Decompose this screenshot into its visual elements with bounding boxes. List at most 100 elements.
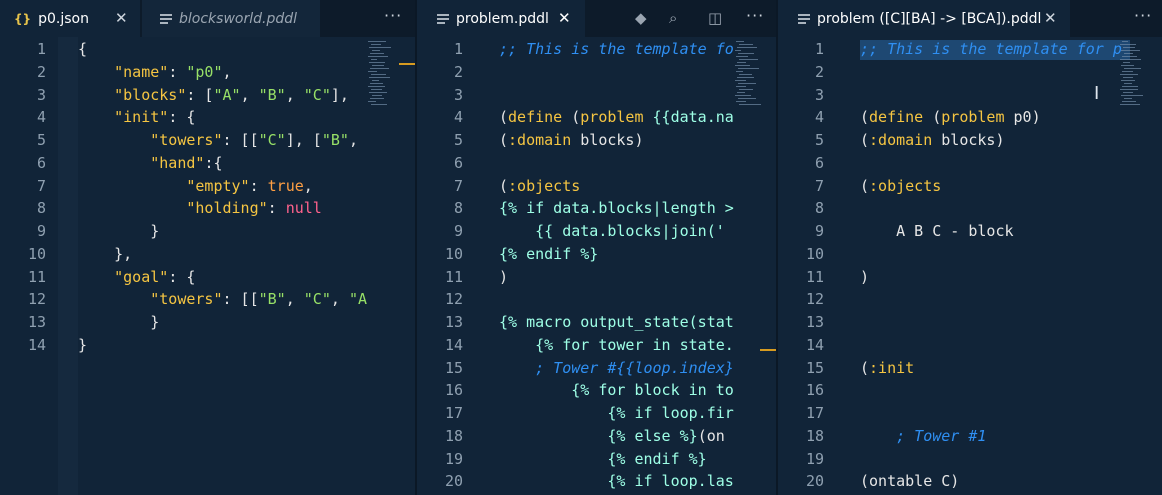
code-line[interactable]: 1{ bbox=[0, 38, 415, 61]
code-line[interactable]: 5 (:domain blocks) bbox=[417, 129, 776, 152]
code-line[interactable]: 7 "empty": true, bbox=[0, 175, 415, 198]
code-line[interactable]: 3 bbox=[778, 84, 1162, 107]
code-line[interactable]: 3 bbox=[417, 84, 776, 107]
minimap-line bbox=[370, 98, 384, 99]
line-number: 3 bbox=[814, 85, 824, 104]
code-line[interactable]: 16 bbox=[778, 379, 1162, 402]
code-line[interactable]: 8 "holding": null bbox=[0, 197, 415, 220]
line-number: 19 bbox=[444, 449, 463, 468]
minimap-line bbox=[368, 41, 386, 42]
line-number: 10 bbox=[444, 244, 463, 263]
code-line[interactable]: 12 "towers": [["B", "C", "A bbox=[0, 288, 415, 311]
code-line[interactable]: 2 bbox=[778, 61, 1162, 84]
code-line[interactable]: 6 bbox=[417, 152, 776, 175]
more-actions-icon[interactable]: ··· bbox=[746, 6, 764, 25]
tab-problem-pddl[interactable]: problem.pddl ✕ bbox=[417, 0, 585, 37]
code-line[interactable]: 17 bbox=[778, 402, 1162, 425]
minimap-line bbox=[369, 92, 387, 93]
minimap-line bbox=[736, 56, 748, 57]
minimap-line bbox=[368, 71, 377, 72]
code-line[interactable]: 4 "init": { bbox=[0, 106, 415, 129]
code-line[interactable]: 9 {{ data.blocks|join(' bbox=[417, 220, 776, 243]
line-number: 12 bbox=[27, 290, 46, 309]
code-line[interactable]: 8 {% if data.blocks|length > bbox=[417, 197, 776, 220]
code-editor[interactable]: 1;; This is the template fo 2 3 4 (define (p… bbox=[417, 37, 776, 495]
code-line[interactable]: 4 (define (problem {{data.na bbox=[417, 106, 776, 129]
code-line[interactable]: 3 "blocks": ["A", "B", "C"], bbox=[0, 84, 415, 107]
close-tab-icon[interactable]: ✕ bbox=[1044, 9, 1057, 27]
code-line[interactable]: 8 bbox=[778, 197, 1162, 220]
code-token: "blocks" bbox=[114, 85, 187, 104]
code-line[interactable]: 19 {% endif %} bbox=[417, 448, 776, 471]
code-line[interactable]: 16 {% for block in to bbox=[417, 379, 776, 402]
close-tab-icon[interactable]: ✕ bbox=[558, 9, 571, 27]
code-line[interactable]: 5 (:domain blocks) bbox=[778, 129, 1162, 152]
code-text: {% endif %} bbox=[499, 448, 706, 471]
code-line[interactable]: 5 "towers": [["C"], ["B", bbox=[0, 129, 415, 152]
preview-diamond-icon[interactable]: ◆ bbox=[635, 9, 647, 27]
code-line[interactable]: 10 bbox=[778, 243, 1162, 266]
more-actions-icon[interactable]: ··· bbox=[384, 6, 402, 25]
code-line[interactable]: 12 bbox=[778, 288, 1162, 311]
minimap-line bbox=[1121, 65, 1134, 66]
code-line[interactable]: 18 {% else %}(on bbox=[417, 425, 776, 448]
code-line[interactable]: 13 } bbox=[0, 311, 415, 334]
code-line[interactable]: 2 bbox=[417, 61, 776, 84]
code-line[interactable]: 15 ; Tower #{{loop.index} bbox=[417, 357, 776, 380]
code-text: (:domain blocks) bbox=[860, 129, 1005, 152]
code-line[interactable]: 11) bbox=[778, 266, 1162, 289]
close-tab-icon[interactable]: ✕ bbox=[115, 9, 128, 27]
code-line[interactable]: 9 } bbox=[0, 220, 415, 243]
line-number: 18 bbox=[444, 426, 463, 445]
code-line[interactable]: 18 ; Tower #1 bbox=[778, 425, 1162, 448]
code-line[interactable]: 20 (ontable C) bbox=[778, 470, 1162, 493]
code-line[interactable]: 20 {% if loop.las bbox=[417, 470, 776, 493]
code-line[interactable]: 7 (:objects bbox=[778, 175, 1162, 198]
code-editor[interactable]: 1{2 "name": "p0", 3 "blocks": ["A", "B", … bbox=[0, 37, 415, 495]
search-preview-icon[interactable]: ⌕ bbox=[669, 9, 677, 27]
tab-label: blocksworld.pddl bbox=[179, 10, 297, 27]
minimap-line bbox=[1123, 92, 1133, 93]
code-line[interactable]: 1 ;; This is the template fo bbox=[417, 38, 776, 61]
code-token: ( bbox=[860, 108, 870, 127]
code-line[interactable]: 15 (:init bbox=[778, 357, 1162, 380]
code-token: :domain bbox=[508, 131, 572, 149]
line-number: 3 bbox=[453, 85, 463, 104]
code-line[interactable]: 1 ;; This is the template for p bbox=[778, 38, 1162, 61]
code-line[interactable]: 7 (:objects bbox=[417, 175, 776, 198]
line-number: 11 bbox=[805, 267, 824, 286]
tab-bar: problem.pddl ✕ ◆ ⌕ ◫ ··· bbox=[417, 0, 776, 37]
code-line[interactable]: 6 "hand":{ bbox=[0, 152, 415, 175]
more-actions-icon[interactable]: ··· bbox=[1134, 6, 1152, 25]
code-token: {% macro output_state(stat bbox=[499, 313, 734, 331]
code-line[interactable]: 10 {% endif %} bbox=[417, 243, 776, 266]
code-line[interactable]: 12 bbox=[417, 288, 776, 311]
code-line[interactable]: 14 bbox=[778, 334, 1162, 357]
minimap-line bbox=[738, 98, 756, 99]
code-line[interactable]: 10 }, bbox=[0, 243, 415, 266]
code-text: "holding": null bbox=[78, 197, 321, 220]
code-token: {% for tower in state. bbox=[499, 335, 734, 354]
code-line[interactable]: 13 {% macro output_state(stat bbox=[417, 311, 776, 334]
split-editor-icon[interactable]: ◫ bbox=[708, 9, 722, 27]
code-line[interactable]: 6 bbox=[778, 152, 1162, 175]
line-number: 19 bbox=[805, 449, 824, 468]
line-number: 8 bbox=[814, 199, 824, 218]
code-token: "holding" bbox=[186, 199, 268, 218]
code-line[interactable]: 14} bbox=[0, 334, 415, 357]
tab-problem-output-pddl[interactable]: problem ([C][BA] -> [BCA]).pddl ✕ bbox=[778, 0, 1070, 37]
code-token: ) bbox=[860, 267, 870, 286]
code-token: A B C - block bbox=[860, 222, 1014, 240]
code-line[interactable]: 19 bbox=[778, 448, 1162, 471]
tab-blocksworld-pddl[interactable]: blocksworld.pddl bbox=[142, 0, 320, 37]
code-line[interactable]: 17 {% if loop.fir bbox=[417, 402, 776, 425]
code-line[interactable]: 11) bbox=[417, 266, 776, 289]
code-line[interactable]: 13 bbox=[778, 311, 1162, 334]
code-editor[interactable]: 1;; This is the template for p 2 3 4 (define… bbox=[778, 37, 1162, 495]
code-line[interactable]: 4 (define (problem p0) bbox=[778, 106, 1162, 129]
code-line[interactable]: 11 "goal": { bbox=[0, 266, 415, 289]
tab-p0-json[interactable]: {} p0.json ✕ bbox=[0, 0, 140, 37]
code-line[interactable]: 14 {% for tower in state. bbox=[417, 334, 776, 357]
code-line[interactable]: 2 "name": "p0", bbox=[0, 61, 415, 84]
code-line[interactable]: 9 A B C - block bbox=[778, 220, 1162, 243]
